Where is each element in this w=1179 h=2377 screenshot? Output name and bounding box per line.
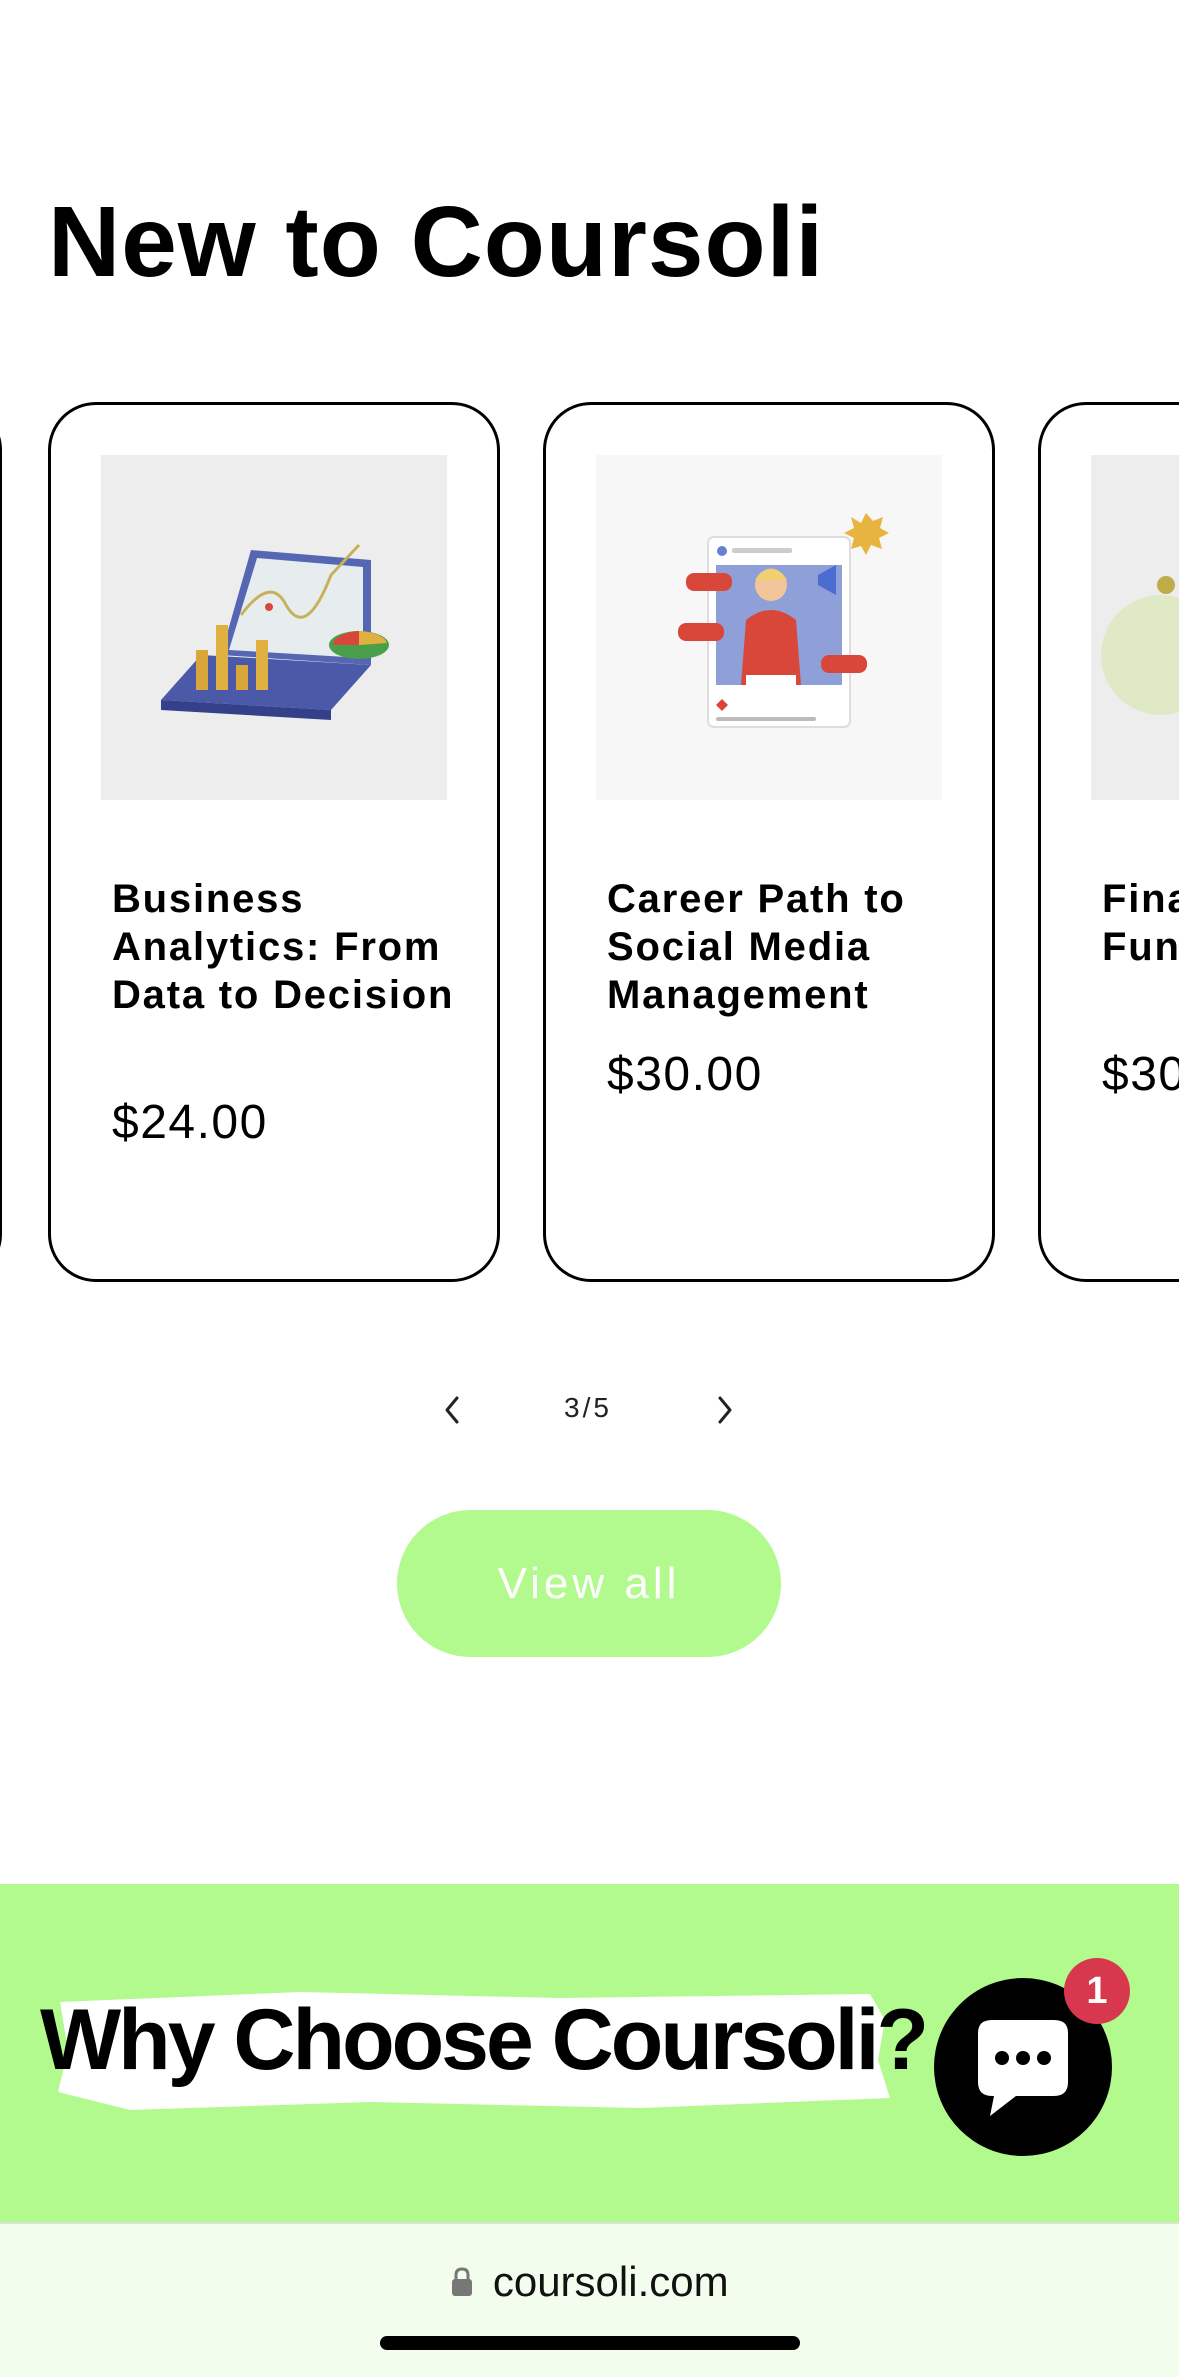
browser-address-bar[interactable]: coursoli.com xyxy=(0,2222,1179,2377)
next-slide-button[interactable] xyxy=(702,1388,746,1432)
why-choose-title: Why Choose Coursoli? xyxy=(40,1992,929,2088)
pagination-counter: 3/5 xyxy=(564,1392,612,1423)
product-price: $30.00 xyxy=(1102,1048,1179,1101)
previous-slide-button[interactable] xyxy=(431,1388,475,1432)
product-price: $24.00 xyxy=(112,1096,268,1149)
chevron-left-icon xyxy=(445,1396,459,1424)
product-card[interactable]: Career Path to Social Media Management $… xyxy=(543,402,995,1282)
product-card-previous[interactable] xyxy=(0,402,2,1282)
chevron-right-icon xyxy=(718,1396,732,1424)
finance-illustration-icon xyxy=(1101,576,1179,715)
url-text[interactable]: coursoli.com xyxy=(493,2258,729,2305)
product-card[interactable]: Financial Advice Fundamentals $30.00 xyxy=(1038,402,1179,1282)
section-title: New to Coursoli xyxy=(48,186,825,298)
home-indicator[interactable] xyxy=(380,2336,800,2350)
product-title[interactable]: Financial Advice Fundamentals xyxy=(1102,875,1179,971)
product-title[interactable]: Business Analytics: From Data to Decisio… xyxy=(112,875,482,1019)
analytics-laptop-icon xyxy=(161,543,389,720)
lock-icon xyxy=(452,2267,473,2296)
chat-notification-badge: 1 xyxy=(1064,1958,1130,2024)
product-image[interactable] xyxy=(101,455,447,800)
view-all-button[interactable]: View all xyxy=(397,1510,781,1657)
product-image[interactable] xyxy=(1091,455,1179,800)
social-media-manager-icon xyxy=(678,513,889,728)
carousel-pagination: 3/5 xyxy=(0,1380,1179,1440)
product-price: $30.00 xyxy=(607,1048,763,1101)
product-image[interactable] xyxy=(596,455,942,800)
product-card[interactable]: Business Analytics: From Data to Decisio… xyxy=(48,402,500,1282)
product-carousel[interactable]: Business Analytics: From Data to Decisio… xyxy=(0,402,1179,1284)
product-title[interactable]: Career Path to Social Media Management xyxy=(607,875,977,1019)
